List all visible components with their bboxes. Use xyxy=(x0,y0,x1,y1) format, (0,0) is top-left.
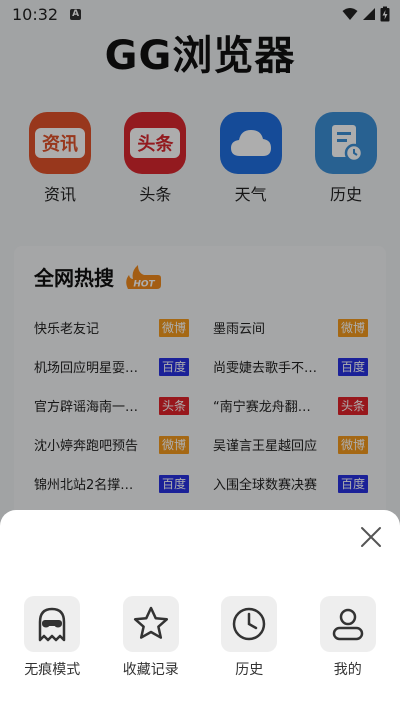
user-icon xyxy=(319,596,376,652)
sheet-item-label: 历史 xyxy=(235,662,264,678)
sheet-item-label: 收藏记录 xyxy=(122,662,179,678)
close-button[interactable] xyxy=(358,524,384,550)
clock-icon xyxy=(221,596,278,652)
sheet-items: 无痕模式 收藏记录 历史 我的 xyxy=(0,596,400,679)
incognito-ghost-icon xyxy=(24,596,81,652)
profile-button[interactable]: 我的 xyxy=(303,596,393,679)
history-button[interactable]: 历史 xyxy=(204,596,294,679)
bottom-sheet: 无痕模式 收藏记录 历史 我的 xyxy=(0,510,400,711)
incognito-mode-button[interactable]: 无痕模式 xyxy=(7,596,97,679)
sheet-item-label: 无痕模式 xyxy=(24,662,81,678)
favorites-button[interactable]: 收藏记录 xyxy=(106,596,196,679)
star-icon xyxy=(122,596,179,652)
close-icon xyxy=(361,527,381,547)
sheet-item-label: 我的 xyxy=(333,662,362,678)
